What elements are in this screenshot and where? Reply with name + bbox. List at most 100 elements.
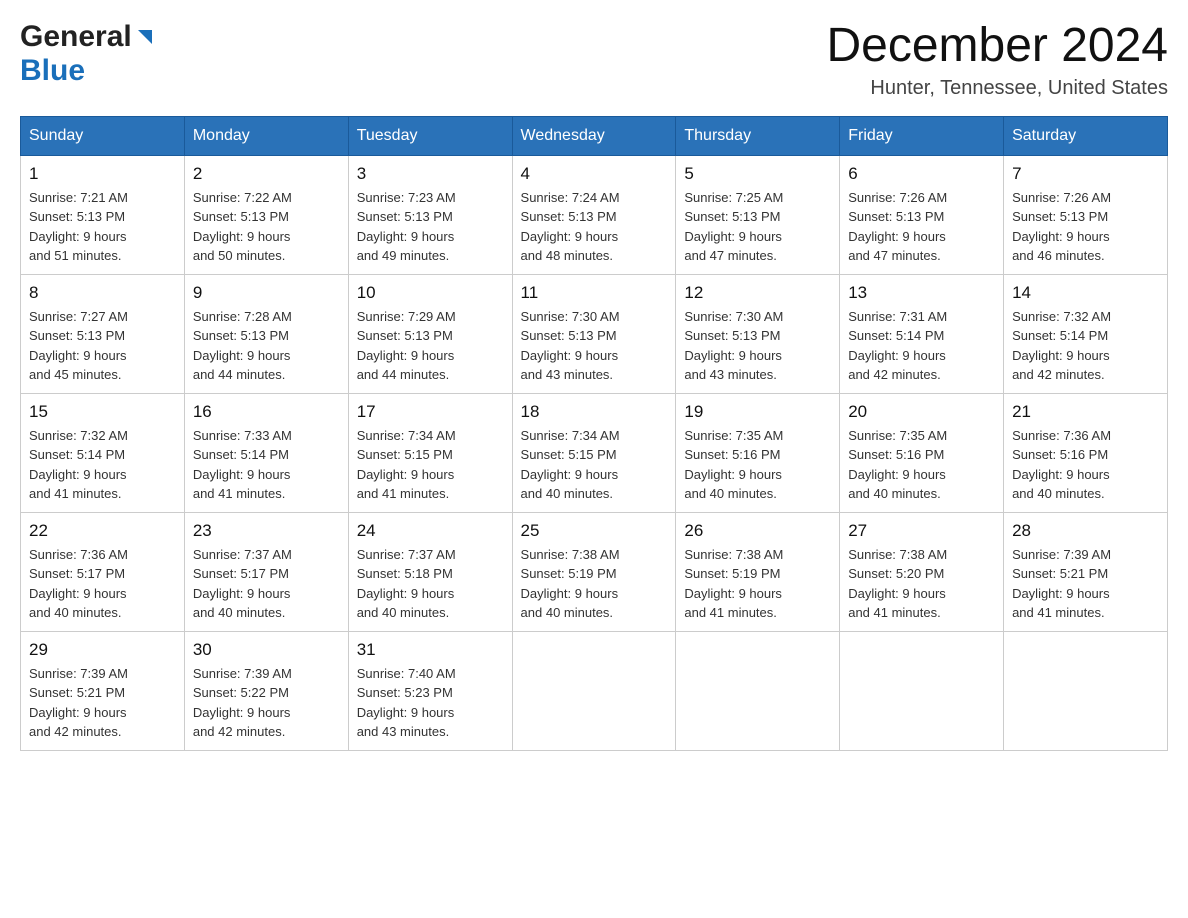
calendar-cell: 1 Sunrise: 7:21 AMSunset: 5:13 PMDaylight… (21, 155, 185, 274)
day-info: Sunrise: 7:37 AMSunset: 5:18 PMDaylight:… (357, 545, 504, 623)
calendar-cell: 24 Sunrise: 7:37 AMSunset: 5:18 PMDayligh… (348, 512, 512, 631)
day-info: Sunrise: 7:30 AMSunset: 5:13 PMDaylight:… (684, 307, 831, 385)
calendar-header-monday: Monday (184, 116, 348, 155)
day-number: 17 (357, 402, 504, 422)
calendar-cell (512, 631, 676, 750)
calendar-cell (840, 631, 1004, 750)
day-number: 9 (193, 283, 340, 303)
calendar-cell: 16Sunrise: 7:33 AMSunset: 5:14 PMDayligh… (184, 393, 348, 512)
day-info: Sunrise: 7:35 AMSunset: 5:16 PMDaylight:… (684, 426, 831, 504)
logo: General Blue (20, 20, 156, 88)
day-info: Sunrise: 7:22 AMSunset: 5:13 PMDaylight:… (193, 188, 340, 266)
day-info: Sunrise: 7:32 AMSunset: 5:14 PMDaylight:… (1012, 307, 1159, 385)
calendar-header-friday: Friday (840, 116, 1004, 155)
calendar-cell: 14 Sunrise: 7:32 AMSunset: 5:14 PMDayligh… (1004, 274, 1168, 393)
day-number: 7 (1012, 164, 1159, 184)
day-number: 8 (29, 283, 176, 303)
calendar-cell: 12 Sunrise: 7:30 AMSunset: 5:13 PMDayligh… (676, 274, 840, 393)
day-number: 1 (29, 164, 176, 184)
day-info: Sunrise: 7:38 AMSunset: 5:19 PMDaylight:… (684, 545, 831, 623)
day-number: 21 (1012, 402, 1159, 422)
calendar-week-row: 15 Sunrise: 7:32 AMSunset: 5:14 PMDayligh… (21, 393, 1168, 512)
day-info: Sunrise: 7:24 AMSunset: 5:13 PMDaylight:… (521, 188, 668, 266)
calendar-cell: 23Sunrise: 7:37 AMSunset: 5:17 PMDayligh… (184, 512, 348, 631)
day-info: Sunrise: 7:34 AMSunset: 5:15 PMDaylight:… (357, 426, 504, 504)
day-info: Sunrise: 7:27 AMSunset: 5:13 PMDaylight:… (29, 307, 176, 385)
day-info: Sunrise: 7:39 AMSunset: 5:21 PMDaylight:… (29, 664, 176, 742)
day-info: Sunrise: 7:31 AMSunset: 5:14 PMDaylight:… (848, 307, 995, 385)
calendar-cell: 3 Sunrise: 7:23 AMSunset: 5:13 PMDaylight… (348, 155, 512, 274)
logo-blue-text: Blue (20, 54, 85, 87)
day-info: Sunrise: 7:35 AMSunset: 5:16 PMDaylight:… (848, 426, 995, 504)
calendar-cell: 25Sunrise: 7:38 AMSunset: 5:19 PMDayligh… (512, 512, 676, 631)
day-number: 6 (848, 164, 995, 184)
day-number: 3 (357, 164, 504, 184)
day-number: 30 (193, 640, 340, 660)
day-info: Sunrise: 7:23 AMSunset: 5:13 PMDaylight:… (357, 188, 504, 266)
calendar-cell: 11 Sunrise: 7:30 AMSunset: 5:13 PMDayligh… (512, 274, 676, 393)
calendar-table: SundayMondayTuesdayWednesdayThursdayFrid… (20, 116, 1168, 751)
calendar-cell: 17 Sunrise: 7:34 AMSunset: 5:15 PMDayligh… (348, 393, 512, 512)
calendar-cell: 4 Sunrise: 7:24 AMSunset: 5:13 PMDaylight… (512, 155, 676, 274)
day-info: Sunrise: 7:36 AMSunset: 5:17 PMDaylight:… (29, 545, 176, 623)
day-number: 24 (357, 521, 504, 541)
day-number: 26 (684, 521, 831, 541)
calendar-cell: 27Sunrise: 7:38 AMSunset: 5:20 PMDayligh… (840, 512, 1004, 631)
calendar-cell: 28Sunrise: 7:39 AMSunset: 5:21 PMDayligh… (1004, 512, 1168, 631)
calendar-cell: 7Sunrise: 7:26 AMSunset: 5:13 PMDaylight… (1004, 155, 1168, 274)
calendar-week-row: 29 Sunrise: 7:39 AMSunset: 5:21 PMDayligh… (21, 631, 1168, 750)
day-info: Sunrise: 7:32 AMSunset: 5:14 PMDaylight:… (29, 426, 176, 504)
day-number: 4 (521, 164, 668, 184)
day-number: 11 (521, 283, 668, 303)
calendar-cell: 13 Sunrise: 7:31 AMSunset: 5:14 PMDayligh… (840, 274, 1004, 393)
calendar-cell (676, 631, 840, 750)
day-number: 25 (521, 521, 668, 541)
day-number: 29 (29, 640, 176, 660)
calendar-cell: 6Sunrise: 7:26 AMSunset: 5:13 PMDaylight… (840, 155, 1004, 274)
day-number: 20 (848, 402, 995, 422)
calendar-cell: 10Sunrise: 7:29 AMSunset: 5:13 PMDayligh… (348, 274, 512, 393)
day-number: 15 (29, 402, 176, 422)
day-number: 14 (1012, 283, 1159, 303)
calendar-cell: 19Sunrise: 7:35 AMSunset: 5:16 PMDayligh… (676, 393, 840, 512)
day-info: Sunrise: 7:39 AMSunset: 5:22 PMDaylight:… (193, 664, 340, 742)
calendar-cell: 18Sunrise: 7:34 AMSunset: 5:15 PMDayligh… (512, 393, 676, 512)
page-header: General Blue December 2024 Hunter, Tenne… (20, 20, 1168, 100)
day-info: Sunrise: 7:37 AMSunset: 5:17 PMDaylight:… (193, 545, 340, 623)
calendar-header-wednesday: Wednesday (512, 116, 676, 155)
location-text: Hunter, Tennessee, United States (826, 77, 1168, 100)
day-info: Sunrise: 7:29 AMSunset: 5:13 PMDaylight:… (357, 307, 504, 385)
calendar-cell: 22Sunrise: 7:36 AMSunset: 5:17 PMDayligh… (21, 512, 185, 631)
day-info: Sunrise: 7:36 AMSunset: 5:16 PMDaylight:… (1012, 426, 1159, 504)
calendar-header-saturday: Saturday (1004, 116, 1168, 155)
day-number: 2 (193, 164, 340, 184)
day-info: Sunrise: 7:40 AMSunset: 5:23 PMDaylight:… (357, 664, 504, 742)
day-info: Sunrise: 7:33 AMSunset: 5:14 PMDaylight:… (193, 426, 340, 504)
calendar-header-tuesday: Tuesday (348, 116, 512, 155)
day-number: 18 (521, 402, 668, 422)
day-info: Sunrise: 7:28 AMSunset: 5:13 PMDaylight:… (193, 307, 340, 385)
calendar-cell: 5Sunrise: 7:25 AMSunset: 5:13 PMDaylight… (676, 155, 840, 274)
day-info: Sunrise: 7:30 AMSunset: 5:13 PMDaylight:… (521, 307, 668, 385)
day-info: Sunrise: 7:39 AMSunset: 5:21 PMDaylight:… (1012, 545, 1159, 623)
calendar-cell: 26 Sunrise: 7:38 AMSunset: 5:19 PMDayligh… (676, 512, 840, 631)
calendar-cell: 30 Sunrise: 7:39 AMSunset: 5:22 PMDayligh… (184, 631, 348, 750)
calendar-cell: 2 Sunrise: 7:22 AMSunset: 5:13 PMDaylight… (184, 155, 348, 274)
calendar-week-row: 22Sunrise: 7:36 AMSunset: 5:17 PMDayligh… (21, 512, 1168, 631)
calendar-week-row: 1 Sunrise: 7:21 AMSunset: 5:13 PMDaylight… (21, 155, 1168, 274)
calendar-header-thursday: Thursday (676, 116, 840, 155)
calendar-cell: 21 Sunrise: 7:36 AMSunset: 5:16 PMDayligh… (1004, 393, 1168, 512)
day-number: 12 (684, 283, 831, 303)
day-number: 27 (848, 521, 995, 541)
day-number: 13 (848, 283, 995, 303)
day-number: 31 (357, 640, 504, 660)
calendar-cell: 29 Sunrise: 7:39 AMSunset: 5:21 PMDayligh… (21, 631, 185, 750)
calendar-cell: 31 Sunrise: 7:40 AMSunset: 5:23 PMDayligh… (348, 631, 512, 750)
calendar-cell: 20 Sunrise: 7:35 AMSunset: 5:16 PMDayligh… (840, 393, 1004, 512)
calendar-header-sunday: Sunday (21, 116, 185, 155)
calendar-cell: 9 Sunrise: 7:28 AMSunset: 5:13 PMDaylight… (184, 274, 348, 393)
calendar-header-row: SundayMondayTuesdayWednesdayThursdayFrid… (21, 116, 1168, 155)
logo-general-text: General (20, 20, 132, 54)
day-info: Sunrise: 7:21 AMSunset: 5:13 PMDaylight:… (29, 188, 176, 266)
day-number: 5 (684, 164, 831, 184)
